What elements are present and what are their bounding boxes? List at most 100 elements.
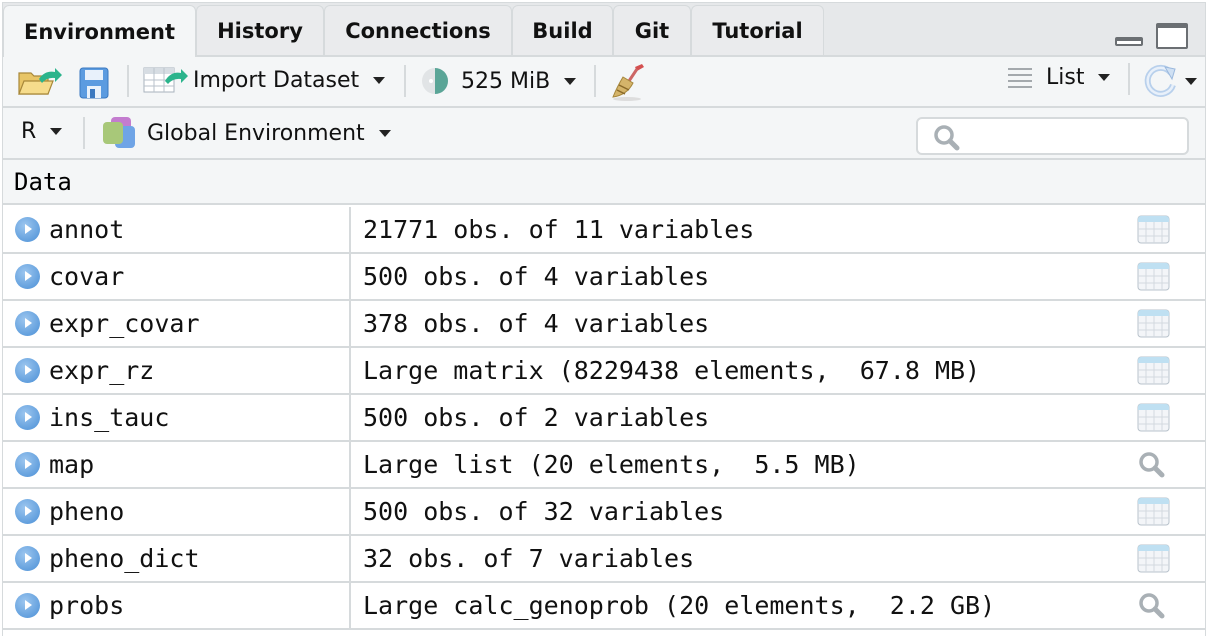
expand-arrow-icon[interactable] — [15, 546, 40, 571]
object-summary: 500 obs. of 32 variables — [363, 497, 725, 526]
memory-usage-label: 525 MiB — [461, 68, 551, 94]
object-name: annot — [49, 215, 125, 244]
object-name-cell: ins_tauc — [3, 395, 351, 440]
view-mode-label: List — [1046, 65, 1085, 90]
object-name: ins_tauc — [49, 403, 170, 432]
object-summary: Large calc_genoprob (20 elements, 2.2 GB… — [363, 591, 996, 620]
view-data-button[interactable] — [1137, 356, 1171, 386]
import-dataset-label: Import Dataset — [193, 67, 360, 93]
object-row[interactable]: covar 500 obs. of 4 variables — [3, 254, 1205, 301]
tab-strip: Environment History Connections Build Gi… — [3, 3, 1205, 57]
object-name-cell: covar — [3, 254, 351, 299]
table-view-icon — [1137, 262, 1170, 291]
expand-arrow-icon[interactable] — [15, 452, 40, 477]
open-folder-icon — [18, 68, 62, 95]
view-data-button[interactable] — [1137, 215, 1171, 245]
toolbar-divider — [127, 65, 129, 97]
object-summary: 32 obs. of 7 variables — [363, 544, 695, 573]
object-summary: 500 obs. of 2 variables — [363, 403, 710, 432]
environment-select[interactable]: Global Environment — [101, 116, 391, 150]
view-data-button[interactable] — [1137, 497, 1171, 527]
view-data-button[interactable] — [1137, 262, 1171, 292]
inspect-object-button[interactable] — [1135, 450, 1169, 480]
maximize-pane-button[interactable] — [1156, 23, 1188, 49]
view-mode-button[interactable]: List — [1007, 65, 1111, 90]
object-name-cell: probs — [3, 583, 351, 628]
object-summary: Large matrix (8229438 elements, 67.8 MB) — [363, 356, 981, 385]
refresh-button[interactable] — [1143, 63, 1197, 99]
environment-pane: Environment History Connections Build Gi… — [2, 2, 1206, 636]
expand-arrow-icon[interactable] — [15, 264, 40, 289]
object-name-cell: map — [3, 442, 351, 487]
object-name: pheno_dict — [49, 544, 200, 573]
view-data-button[interactable] — [1137, 403, 1171, 433]
object-summary: 378 obs. of 4 variables — [363, 309, 710, 338]
minimize-pane-button[interactable] — [1115, 37, 1143, 46]
object-name: expr_covar — [49, 309, 200, 338]
environment-search-input[interactable] — [916, 117, 1189, 155]
object-row[interactable]: expr_covar 378 obs. of 4 variables — [3, 301, 1205, 348]
table-view-icon — [1137, 497, 1170, 526]
table-view-icon — [1137, 215, 1170, 244]
object-name: covar — [49, 262, 125, 291]
table-view-icon — [1137, 544, 1170, 573]
language-select[interactable]: R — [21, 119, 63, 144]
broom-icon — [612, 64, 644, 101]
chevron-down-icon — [1098, 74, 1111, 81]
language-label: R — [21, 119, 37, 144]
tab-connections[interactable]: Connections — [324, 5, 512, 55]
object-row[interactable]: probs Large calc_genoprob (20 elements, … — [3, 583, 1205, 630]
object-summary: 500 obs. of 4 variables — [363, 262, 710, 291]
view-data-button[interactable] — [1137, 544, 1171, 574]
table-view-icon — [1137, 356, 1170, 385]
toolbar-divider — [594, 65, 596, 97]
expand-arrow-icon[interactable] — [15, 499, 40, 524]
object-name-cell: pheno — [3, 489, 351, 534]
object-row[interactable]: annot 21771 obs. of 11 variables — [3, 207, 1205, 254]
toolbar-divider — [404, 65, 406, 97]
object-name-cell: pheno_dict — [3, 536, 351, 581]
main-toolbar: Import Dataset 525 MiB List — [3, 57, 1205, 108]
refresh-icon — [1144, 64, 1176, 97]
tab-history[interactable]: History — [196, 5, 324, 55]
object-summary: 21771 obs. of 11 variables — [363, 215, 755, 244]
chevron-down-icon — [378, 129, 391, 137]
object-row[interactable]: pheno_dict 32 obs. of 7 variables — [3, 536, 1205, 583]
environment-icon — [103, 117, 135, 148]
expand-arrow-icon[interactable] — [15, 311, 40, 336]
view-data-button[interactable] — [1137, 309, 1171, 339]
expand-arrow-icon[interactable] — [15, 593, 40, 618]
save-icon — [79, 67, 109, 99]
tab-build[interactable]: Build — [512, 5, 613, 55]
object-name: pheno — [49, 497, 125, 526]
object-name-cell: expr_covar — [3, 301, 351, 346]
expand-arrow-icon[interactable] — [15, 217, 40, 242]
chevron-down-icon — [564, 77, 577, 85]
object-row[interactable]: ins_tauc 500 obs. of 2 variables — [3, 395, 1205, 442]
environment-toolbar: R Global Environment — [3, 108, 1205, 160]
expand-arrow-icon[interactable] — [15, 405, 40, 430]
object-row[interactable]: expr_rz Large matrix (8229438 elements, … — [3, 348, 1205, 395]
tab-git[interactable]: Git — [613, 5, 691, 55]
tab-environment[interactable]: Environment — [3, 5, 196, 57]
object-row[interactable]: map Large list (20 elements, 5.5 MB) — [3, 442, 1205, 489]
chevron-down-icon — [50, 128, 63, 135]
load-workspace-button[interactable] — [17, 65, 63, 97]
save-workspace-button[interactable] — [79, 67, 109, 99]
data-section-header: Data — [3, 160, 1205, 205]
object-name: map — [49, 450, 95, 479]
object-name: probs — [49, 591, 125, 620]
import-dataset-button[interactable]: Import Dataset — [143, 65, 386, 95]
inspect-magnifier-icon — [1139, 593, 1165, 619]
inspect-object-button[interactable] — [1135, 591, 1169, 621]
object-name-cell: annot — [3, 207, 351, 252]
clear-workspace-button[interactable] — [609, 63, 649, 101]
memory-usage-button[interactable]: 525 MiB — [421, 67, 577, 95]
table-view-icon — [1137, 309, 1170, 338]
tab-tutorial[interactable]: Tutorial — [691, 5, 824, 55]
environment-label: Global Environment — [147, 120, 365, 146]
object-name-cell: expr_rz — [3, 348, 351, 393]
object-row[interactable]: pheno 500 obs. of 32 variables — [3, 489, 1205, 536]
expand-arrow-icon[interactable] — [15, 358, 40, 383]
object-list: annot 21771 obs. of 11 variables covar 5… — [3, 207, 1205, 630]
